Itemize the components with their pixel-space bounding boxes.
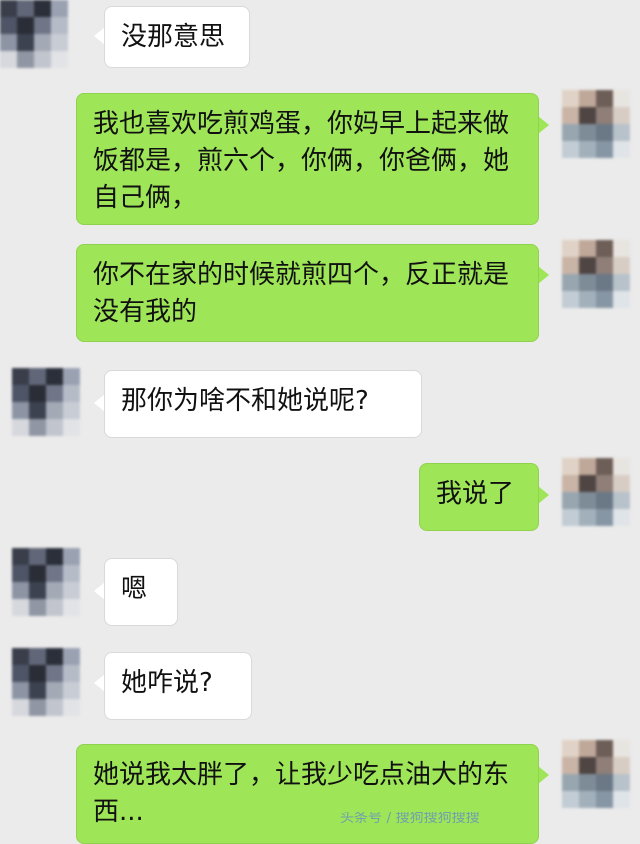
chat-bubble[interactable]: 我说了 [419,463,539,531]
user-avatar[interactable] [562,740,630,808]
watermark-text: 头条号 / 搜狗搜狗搜搜 [340,812,480,824]
bubble-tail [538,266,549,284]
chat-bubble[interactable]: 嗯 [104,558,178,626]
chat-bubble[interactable]: 她咋说? [104,652,252,720]
chat-bubble[interactable]: 那你为啥不和她说呢? [104,370,422,438]
chat-bubble[interactable]: 她说我太胖了，让我少吃点油大的东西... [76,744,539,844]
contact-avatar[interactable] [0,0,68,68]
chat-bubble[interactable]: 没那意思 [104,6,250,68]
chat-view: 没那意思 我也喜欢吃煎鸡蛋，你妈早上起来做饭都是，煎六个，你俩，你爸俩，她自己俩… [0,0,640,844]
bubble-tail [538,116,549,134]
user-avatar[interactable] [562,458,630,526]
contact-avatar[interactable] [12,648,80,716]
user-avatar[interactable] [562,90,630,158]
contact-avatar[interactable] [12,548,80,616]
user-avatar[interactable] [562,240,630,308]
bubble-tail [538,766,549,784]
contact-avatar[interactable] [12,368,80,436]
chat-bubble[interactable]: 我也喜欢吃煎鸡蛋，你妈早上起来做饭都是，煎六个，你俩，你爸俩，她自己俩， [76,93,539,225]
bubble-tail [538,486,549,504]
chat-bubble[interactable]: 你不在家的时候就煎四个，反正就是没有我的 [76,244,539,342]
